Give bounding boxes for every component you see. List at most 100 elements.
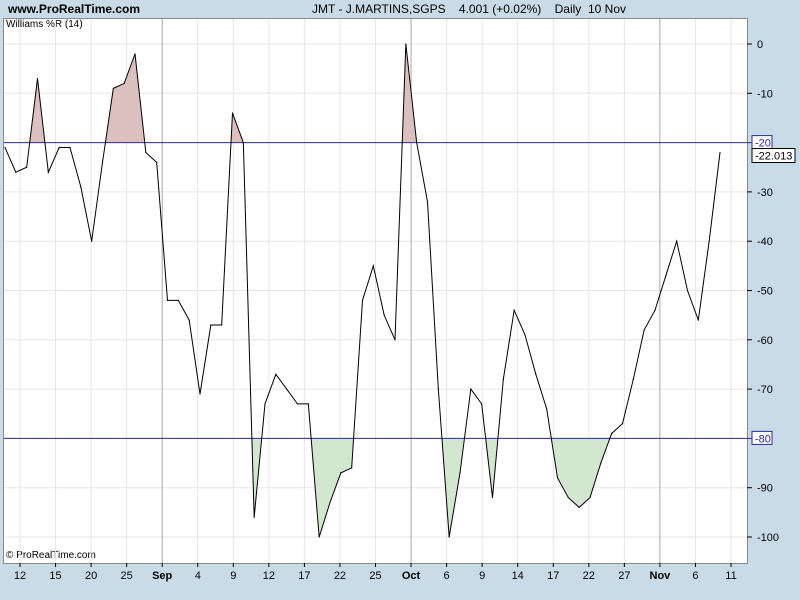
data-point <box>123 82 125 85</box>
x-tick-label: 20 <box>85 570 97 582</box>
data-point <box>340 472 342 474</box>
data-point <box>546 408 548 410</box>
data-point <box>91 240 93 242</box>
data-point <box>372 265 374 267</box>
data-point <box>632 378 634 380</box>
data-point <box>459 472 461 474</box>
x-tick-label: 27 <box>618 570 630 582</box>
y-tick-label: -40 <box>757 236 773 248</box>
data-point <box>470 388 472 390</box>
data-point <box>448 536 450 538</box>
data-point <box>535 373 537 375</box>
data-point <box>329 501 331 504</box>
oversold-region <box>551 438 610 508</box>
data-point <box>275 373 277 375</box>
data-point <box>286 388 288 390</box>
x-tick-label: 4 <box>195 570 201 582</box>
data-point <box>719 151 721 154</box>
x-tick-label: 22 <box>334 570 346 582</box>
x-tick-label: 17 <box>298 570 310 582</box>
x-tick-label: 9 <box>479 570 485 582</box>
data-point <box>188 319 190 321</box>
data-point <box>556 477 559 479</box>
data-point <box>621 423 624 425</box>
threshold-label: -20 <box>755 138 771 150</box>
data-point <box>405 43 407 45</box>
x-tick-label: 6 <box>444 570 450 582</box>
data-point <box>416 142 418 144</box>
data-point <box>156 161 158 163</box>
data-point <box>513 309 515 311</box>
overbought-region <box>29 78 45 143</box>
data-point <box>600 462 602 464</box>
x-tick-label: 12 <box>14 570 26 582</box>
data-point <box>589 496 591 499</box>
data-point <box>426 201 429 203</box>
data-point <box>221 324 223 326</box>
data-point <box>676 240 678 242</box>
data-point <box>307 403 309 405</box>
x-tick-label: 12 <box>263 570 275 582</box>
data-point <box>383 314 385 316</box>
data-point <box>231 112 234 114</box>
x-tick-label: 9 <box>230 570 236 582</box>
overbought-region <box>105 53 145 143</box>
data-point <box>578 506 580 509</box>
data-point <box>502 378 504 380</box>
data-point <box>524 334 526 336</box>
y-tick-label: -70 <box>757 384 773 396</box>
y-tick-label: 0 <box>757 39 763 51</box>
data-point <box>166 299 169 301</box>
data-point <box>697 319 699 321</box>
data-point <box>101 161 104 163</box>
data-point <box>686 289 689 292</box>
x-tick-label: Oct <box>402 570 421 582</box>
data-point <box>654 309 656 311</box>
y-tick-label: -90 <box>757 483 773 495</box>
data-point <box>4 146 6 149</box>
x-tick-label: 6 <box>692 570 698 582</box>
data-point <box>491 496 494 499</box>
x-tick-label: 17 <box>547 570 559 582</box>
data-point <box>437 388 439 390</box>
data-point <box>47 171 49 173</box>
data-point <box>351 467 353 469</box>
data-point <box>242 142 244 144</box>
x-tick-label: 15 <box>49 570 61 582</box>
last-value-label: -22.013 <box>755 151 792 163</box>
data-point <box>567 496 569 499</box>
data-point <box>210 324 212 326</box>
data-point <box>26 166 28 168</box>
y-tick-label: -30 <box>757 187 773 199</box>
data-point <box>296 403 299 405</box>
y-tick-label: -10 <box>757 88 773 100</box>
x-tick-label: 14 <box>512 570 524 582</box>
data-point <box>264 403 266 405</box>
data-point <box>253 516 255 518</box>
data-point <box>394 339 396 341</box>
data-point <box>69 146 71 149</box>
williams-r-chart: 0 -10 -30 -40 -50 -60 -70 -90 -100 -20 -80 -22.013 1… <box>4 19 796 582</box>
data-point <box>643 329 645 331</box>
data-point <box>481 403 483 405</box>
y-tick-label: -100 <box>757 532 779 544</box>
data-point <box>708 240 710 242</box>
data-point <box>134 53 136 55</box>
data-point <box>199 393 201 395</box>
data-point <box>177 299 179 301</box>
data-point <box>112 87 114 89</box>
x-tick-label: 22 <box>583 570 595 582</box>
y-tick-label: -60 <box>757 335 773 347</box>
data-point <box>36 77 39 80</box>
data-point <box>361 299 364 301</box>
x-tick-label: Nov <box>650 570 672 582</box>
data-point <box>58 146 60 149</box>
x-tick-label: 11 <box>725 570 736 582</box>
x-tick-label: 25 <box>121 570 133 582</box>
x-tick-label: Sep <box>152 570 172 582</box>
data-point <box>665 275 667 277</box>
data-point <box>318 536 320 538</box>
threshold-label: -80 <box>755 433 771 445</box>
data-point <box>80 186 82 188</box>
data-point <box>145 151 147 154</box>
